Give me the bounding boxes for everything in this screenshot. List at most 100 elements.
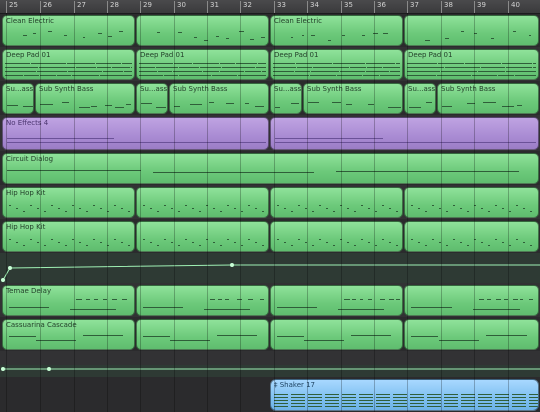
midi-note (344, 299, 350, 300)
region[interactable] (136, 319, 269, 350)
midi-note (312, 245, 314, 246)
region-name: Clean Electric (274, 17, 323, 25)
midi-note (79, 242, 81, 243)
midi-note (461, 397, 475, 398)
region[interactable]: Deep Pad 01 (404, 49, 539, 80)
automation-curve[interactable] (0, 365, 540, 377)
midi-note (139, 67, 155, 68)
midi-note (529, 406, 538, 407)
midi-note (523, 208, 525, 209)
region[interactable]: Cassuarina Cascade (2, 319, 135, 350)
midi-note (65, 211, 67, 212)
bar-number-26: 26 (40, 1, 52, 13)
region-notes (405, 320, 538, 349)
region-notes (405, 16, 538, 45)
region[interactable] (136, 221, 269, 252)
region[interactable] (404, 221, 539, 252)
track-lane[interactable] (0, 351, 540, 365)
midi-note (325, 400, 339, 401)
midi-note (407, 67, 445, 68)
midi-note (93, 299, 99, 300)
region-notes (271, 222, 402, 251)
region[interactable] (136, 15, 269, 46)
track-lane[interactable]: Su...ass Sub Synth Bass Su...ass Sub Synth … (0, 81, 540, 115)
track-lane[interactable]: Temae Delay (0, 283, 540, 317)
region[interactable] (270, 221, 403, 252)
region[interactable]: Su...ass (404, 83, 436, 114)
midi-note (382, 205, 384, 206)
track-lane[interactable]: No Effects 4 (0, 115, 540, 151)
midi-note (495, 400, 509, 401)
midi-note (192, 63, 219, 64)
region[interactable]: Deep Pad 01 (136, 49, 269, 80)
midi-note (478, 397, 492, 398)
region[interactable]: Clean Electric (270, 15, 403, 46)
bar-number-37: 37 (407, 1, 419, 13)
region[interactable]: Deep Pad 01 (270, 49, 403, 80)
midi-note (66, 63, 95, 64)
region[interactable]: ‡ Shaker 17 (270, 379, 539, 411)
midi-note (61, 102, 70, 103)
midi-note (393, 406, 407, 407)
region[interactable]: Hip Hop Kit (2, 221, 135, 252)
midi-note (427, 400, 441, 401)
track-lane[interactable]: ‡ Shaker 17 (0, 377, 540, 412)
region-name: Sub Synth Bass (441, 85, 496, 93)
region[interactable] (270, 117, 539, 150)
region[interactable] (404, 285, 539, 316)
region[interactable]: Circuit Dialog (2, 153, 539, 184)
region[interactable] (270, 187, 403, 218)
region[interactable]: Clean Electric (2, 15, 135, 46)
midi-note (208, 102, 215, 103)
midi-note (308, 400, 322, 401)
midi-note (444, 406, 458, 407)
midi-note (212, 75, 238, 76)
midi-note (359, 397, 373, 398)
region[interactable] (136, 187, 269, 218)
region[interactable]: Deep Pad 01 (2, 49, 135, 80)
region[interactable] (270, 285, 403, 316)
midi-note (327, 40, 331, 41)
automation-lane[interactable] (0, 365, 540, 377)
bar-gridline (6, 13, 7, 412)
midi-note (472, 75, 497, 76)
midi-note (326, 208, 328, 209)
region[interactable]: Sub Synth Bass (437, 83, 539, 114)
region[interactable]: Sub Synth Bass (169, 83, 269, 114)
midi-note (115, 107, 125, 108)
region[interactable] (136, 285, 269, 316)
region[interactable]: Hip Hop Kit (2, 187, 135, 218)
track-lane[interactable]: Clean Electric Clean Electric (0, 13, 540, 47)
region[interactable]: Temae Delay (2, 285, 135, 316)
midi-note (51, 239, 53, 240)
midi-note (203, 309, 251, 310)
track-lane[interactable]: Hip Hop Kit (0, 219, 540, 253)
region[interactable]: Sub Synth Bass (303, 83, 403, 114)
track-lane[interactable]: Deep Pad 01 Deep Pad 01 Deep Pad 01 Deep Pa… (0, 47, 540, 81)
region[interactable] (270, 319, 403, 350)
midi-note (37, 242, 39, 243)
midi-note (460, 242, 462, 243)
midi-note (125, 104, 132, 105)
region-name: Su...ass (408, 85, 436, 93)
midi-note (220, 245, 222, 246)
midi-note (380, 75, 400, 76)
midi-note (291, 397, 305, 398)
midi-note (333, 211, 335, 212)
midi-note (86, 245, 88, 246)
region[interactable] (404, 15, 539, 46)
midi-note (427, 397, 441, 398)
midi-note (461, 406, 475, 407)
timeline-ruler[interactable]: 25 26 27 28 29 30 31 32 33 34 35 36 37 38 39 40 (0, 0, 540, 14)
track-lane[interactable]: Cassuarina Cascade (0, 317, 540, 351)
region[interactable] (404, 319, 539, 350)
midi-note (410, 406, 424, 407)
automation-lane[interactable] (0, 253, 540, 283)
region[interactable] (404, 187, 539, 218)
region[interactable]: Sub Synth Bass (35, 83, 135, 114)
automation-point (47, 367, 51, 371)
automation-curve[interactable] (0, 253, 540, 283)
track-lane[interactable]: Hip Hop Kit (0, 185, 540, 219)
track-lane[interactable]: Circuit Dialog (0, 151, 540, 185)
region[interactable]: No Effects 4 (2, 117, 269, 150)
